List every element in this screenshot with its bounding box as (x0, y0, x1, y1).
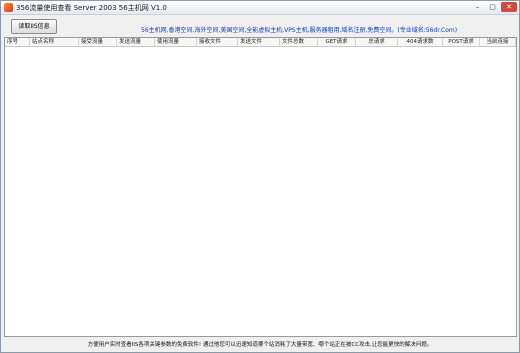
ad-links[interactable]: 56主机网,香港空间,海外空间,美国空间,全能虚拟主机,VPS主机,服务器租用,… (141, 25, 457, 34)
column-header[interactable]: 发送流量 (117, 38, 155, 47)
window-controls: – ▢ ✕ (471, 2, 517, 12)
toolbar: 读取IIS信息 56主机网,香港空间,海外空间,美国空间,全能虚拟主机,VPS主… (1, 15, 519, 37)
close-button[interactable]: ✕ (501, 2, 517, 12)
column-header[interactable]: 总请求 (356, 38, 398, 47)
maximize-button[interactable]: ▢ (486, 2, 499, 12)
app-icon (4, 3, 13, 12)
column-header[interactable]: 序号 (5, 38, 30, 47)
footer-description: 方便用户实时查看IIS各项关键参数的免费软件! 通过他您可以迅速知道哪个站消耗了… (87, 342, 433, 348)
column-header[interactable]: 站点名称 (30, 38, 79, 47)
column-header[interactable]: 接收文件 (197, 38, 238, 47)
site-stats-grid[interactable]: 序号 站点名称 接受流量 发送流量 使用流量 接收文件 发送文件 文件总数 GE… (4, 37, 517, 337)
column-header[interactable]: 发送文件 (238, 38, 280, 47)
column-header[interactable]: GET请求 (318, 38, 356, 47)
minimize-button[interactable]: – (471, 2, 484, 12)
column-header[interactable]: 使用流量 (155, 38, 197, 47)
column-header[interactable]: 接受流量 (79, 38, 117, 47)
column-header[interactable]: 文件总数 (280, 38, 318, 47)
title-bar[interactable]: 356流量使用查看 Server 2003 56主机网 V1.0 – ▢ ✕ (1, 1, 519, 15)
window-title: 356流量使用查看 Server 2003 56主机网 V1.0 (16, 4, 167, 12)
column-header[interactable]: 当前连接 (480, 38, 516, 47)
read-iis-button[interactable]: 读取IIS信息 (11, 19, 57, 34)
grid-header: 序号 站点名称 接受流量 发送流量 使用流量 接收文件 发送文件 文件总数 GE… (5, 38, 516, 47)
column-header[interactable]: 404请求数 (398, 38, 443, 47)
app-window: 356流量使用查看 Server 2003 56主机网 V1.0 – ▢ ✕ 读… (0, 0, 520, 353)
column-header[interactable]: POST请求 (443, 38, 480, 47)
